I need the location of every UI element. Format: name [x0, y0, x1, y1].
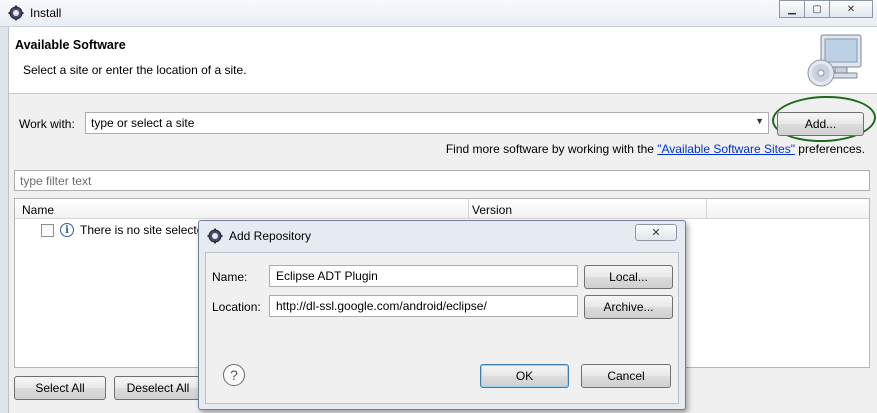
page-subtitle: Select a site or enter the location of a… [23, 63, 247, 77]
maximize-button[interactable]: ▢ [804, 0, 830, 18]
window-titlebar: Install ▁ ▢ ✕ [0, 0, 877, 27]
row-name: There is no site selected. [80, 223, 214, 237]
more-software-suffix: preferences. [794, 142, 865, 156]
ok-button[interactable]: OK [480, 364, 569, 388]
work-with-combo[interactable]: type or select a site ▼ [85, 112, 769, 134]
eclipse-gear-icon [207, 228, 223, 244]
more-software-line: Find more software by working with the "… [446, 142, 865, 156]
dialog-titlebar[interactable]: Add Repository ✕ [199, 221, 685, 249]
add-repository-dialog: Add Repository ✕ Name: Eclipse ADT Plugi… [198, 220, 686, 410]
page-title: Available Software [15, 38, 126, 52]
deselect-all-button[interactable]: Deselect All [114, 376, 202, 400]
close-icon: ✕ [846, 3, 856, 15]
help-icon[interactable]: ? [223, 364, 245, 386]
maximize-icon: ▢ [812, 3, 822, 15]
table-header: Name Version [15, 199, 869, 219]
location-field[interactable]: http://dl-ssl.google.com/android/eclipse… [269, 295, 578, 317]
info-icon: i [60, 223, 74, 237]
column-divider[interactable] [468, 199, 469, 219]
table-row[interactable]: i There is no site selected. [41, 223, 213, 237]
cancel-button[interactable]: Cancel [581, 364, 671, 388]
window-title: Install [30, 6, 62, 20]
eclipse-gear-icon [8, 5, 24, 21]
work-with-label: Work with: [19, 117, 75, 131]
window-left-border [0, 27, 9, 413]
add-site-button[interactable]: Add... [777, 112, 864, 136]
more-software-prefix: Find more software by working with the [445, 142, 658, 156]
archive-button[interactable]: Archive... [584, 295, 673, 319]
work-with-value: type or select a site [91, 116, 195, 130]
column-header-version[interactable]: Version [472, 203, 512, 217]
minimize-icon: ▁ [788, 3, 796, 15]
minimize-button[interactable]: ▁ [779, 0, 805, 18]
name-label: Name: [212, 270, 248, 284]
dialog-title: Add Repository [229, 229, 312, 243]
available-software-sites-link[interactable]: "Available Software Sites" [657, 142, 795, 156]
close-icon: ✕ [651, 227, 661, 239]
filter-input[interactable]: type filter text [14, 170, 870, 191]
filter-placeholder: type filter text [20, 174, 92, 188]
wizard-header: Available Software Select a site or ente… [9, 27, 877, 94]
row-checkbox[interactable] [41, 223, 54, 237]
dialog-close-button[interactable]: ✕ [635, 224, 677, 241]
window-close-button[interactable]: ✕ [829, 0, 873, 18]
name-field[interactable]: Eclipse ADT Plugin [269, 265, 578, 287]
computer-cd-icon [807, 34, 862, 87]
dialog-body: Name: Eclipse ADT Plugin Local... Locati… [205, 252, 679, 404]
chevron-down-icon[interactable]: ▼ [755, 116, 764, 126]
location-label: Location: [212, 300, 261, 314]
local-button[interactable]: Local... [584, 265, 673, 289]
select-all-button[interactable]: Select All [14, 376, 106, 400]
column-divider[interactable] [706, 199, 707, 219]
column-header-name[interactable]: Name [22, 203, 54, 217]
